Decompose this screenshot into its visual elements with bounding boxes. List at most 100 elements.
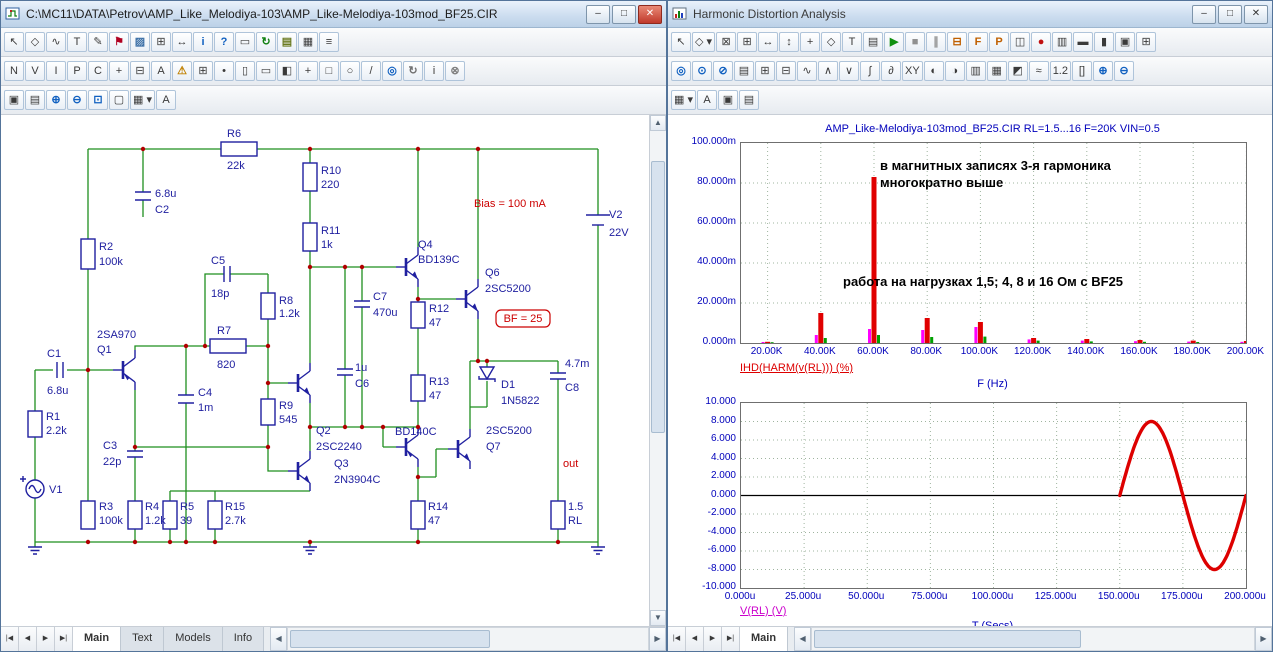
output-waveform-chart[interactable]	[740, 402, 1247, 589]
capacitor-C4[interactable]	[178, 395, 194, 403]
picture-file-button[interactable]: ▨	[130, 32, 150, 52]
capacitor-C5[interactable]	[224, 266, 230, 282]
info-circle-button[interactable]: i	[424, 61, 444, 81]
first-page-button[interactable]: |◀	[668, 627, 686, 651]
help-mode-button[interactable]: ?	[214, 32, 234, 52]
schematic-canvas[interactable]: R6 22k 6.8u C2 R2 100k R10 220 R11 1k C5…	[1, 115, 649, 626]
fft-window-button[interactable]: F	[968, 32, 988, 52]
component-mode-button[interactable]: ◇	[25, 32, 45, 52]
capacitor-C2[interactable]	[135, 192, 151, 200]
attribute-text-button[interactable]: A	[151, 61, 171, 81]
transistor-Q4[interactable]	[396, 247, 418, 287]
numeric-format-button[interactable]: 1.2	[1050, 61, 1071, 81]
toolbar-options-button[interactable]: ≡	[319, 32, 339, 52]
close-circle-button[interactable]: ⊗	[445, 61, 465, 81]
resistor-R2[interactable]	[81, 239, 95, 269]
resistor-R14[interactable]	[411, 501, 425, 529]
titlebar[interactable]: Harmonic Distortion Analysis – □ ✕	[668, 1, 1272, 28]
zoom-out-button[interactable]: ⊖	[67, 90, 87, 110]
pan-mode-button[interactable]: ↕	[779, 32, 799, 52]
bar-plot-button[interactable]: ▦	[987, 61, 1007, 81]
properties-button[interactable]: ▤	[863, 32, 883, 52]
derivative-button[interactable]: ∂	[881, 61, 901, 81]
chart-frame-button[interactable]: ◧	[277, 61, 297, 81]
grid-spacing-dropdown-button[interactable]: ▦ ▾	[671, 90, 696, 110]
lower-envelope-button[interactable]: ∨	[839, 61, 859, 81]
resistor-R12[interactable]	[411, 302, 425, 328]
scroll-left-button[interactable]: ◀	[794, 627, 811, 651]
text-mode-button[interactable]: T	[67, 32, 87, 52]
vertical-scroll-thumb[interactable]	[651, 161, 665, 433]
cursor-brackets-button[interactable]: []	[1072, 61, 1092, 81]
transistor-Q3[interactable]	[288, 451, 310, 491]
ground-symbol[interactable]	[28, 547, 42, 554]
paste-plot-button[interactable]: ▤	[739, 90, 759, 110]
ground-symbol[interactable]	[303, 547, 317, 554]
branch-currents-button[interactable]: I	[46, 61, 66, 81]
resistor-R15[interactable]	[208, 501, 222, 529]
minimize-button[interactable]: –	[586, 5, 610, 24]
device-power-button[interactable]: P	[67, 61, 87, 81]
search-button[interactable]: ◎	[382, 61, 402, 81]
last-page-button[interactable]: ▶|	[55, 627, 73, 651]
pan-mode-button[interactable]: ↔	[172, 32, 192, 52]
title-block-button[interactable]: ▭	[256, 61, 276, 81]
maximize-button[interactable]: □	[1218, 5, 1242, 24]
scroll-right-button[interactable]: ▶	[649, 627, 666, 651]
vertical-scrollbar[interactable]: ▲ ▼	[649, 115, 666, 626]
grid-text-button[interactable]: ⊟	[130, 61, 150, 81]
tab-models[interactable]: Models	[164, 627, 222, 651]
tab-info[interactable]: Info	[223, 627, 264, 651]
diode-D1[interactable]	[479, 367, 495, 382]
last-page-button[interactable]: ▶|	[722, 627, 740, 651]
capacitor-C1[interactable]	[57, 362, 63, 378]
copy-page-button[interactable]: ▣	[4, 90, 24, 110]
tab-main[interactable]: Main	[73, 627, 121, 651]
next-page-button[interactable]: ▶	[704, 627, 722, 651]
font-select-button[interactable]: A	[156, 90, 176, 110]
bill-of-materials-button[interactable]: ▦	[298, 32, 318, 52]
cursor-mode-button[interactable]: +	[800, 32, 820, 52]
font-select-button[interactable]: A	[697, 90, 717, 110]
battery-V2[interactable]	[586, 215, 610, 225]
tile-vertical-button[interactable]: ▮	[1094, 32, 1114, 52]
scroll-up-button[interactable]: ▲	[650, 115, 666, 131]
zoom-window-button[interactable]: ⊙	[692, 61, 712, 81]
zoom-in-button[interactable]: ⊕	[1093, 61, 1113, 81]
close-button[interactable]: ✕	[1244, 5, 1268, 24]
paste-page-button[interactable]: ▤	[25, 90, 45, 110]
resistor-R13[interactable]	[411, 375, 425, 401]
ground-symbol[interactable]	[591, 547, 605, 554]
capacitor-C3[interactable]	[127, 451, 143, 457]
integral-button[interactable]: ∫	[860, 61, 880, 81]
minimize-button[interactable]: –	[1192, 5, 1216, 24]
graphics-dropdown-button[interactable]: ◇ ▾	[692, 32, 715, 52]
resistor-R11[interactable]	[303, 223, 317, 251]
prev-page-button[interactable]: ◀	[686, 627, 704, 651]
maximize-button[interactable]: □	[612, 5, 636, 24]
select-mode-button[interactable]: ↖	[4, 32, 24, 52]
resistor-R8[interactable]	[261, 293, 275, 319]
scroll-down-button[interactable]: ▼	[650, 610, 666, 626]
page-frame-button[interactable]: ▯	[235, 61, 255, 81]
titlebar[interactable]: C:\MC11\DATA\Petrov\AMP_Like_Melodiya-10…	[1, 1, 666, 28]
horizontal-scroll-track[interactable]	[811, 627, 1255, 651]
pin-markers-button[interactable]: +	[109, 61, 129, 81]
transistor-Q6[interactable]	[456, 279, 478, 319]
tile-horizontal-button[interactable]: ▬	[1073, 32, 1093, 52]
log-y-axis-button[interactable]: ⊟	[776, 61, 796, 81]
warning-annotation-button[interactable]: ⚠	[172, 61, 192, 81]
performance-window-button[interactable]: P	[989, 32, 1009, 52]
prev-page-button[interactable]: ◀	[19, 627, 37, 651]
scroll-left-button[interactable]: ◀	[270, 627, 287, 651]
junction-dots-toggle-button[interactable]: •	[214, 61, 234, 81]
trace-expression-ihd[interactable]: IHD(HARM(v(RL))) (%)	[740, 362, 853, 374]
capacitor-C7[interactable]	[354, 301, 370, 307]
zoom-restore-button[interactable]: ⊘	[713, 61, 733, 81]
camera-capture-button[interactable]: ▢	[109, 90, 129, 110]
transistor-Q7[interactable]	[448, 429, 470, 469]
data-reduction-button[interactable]: ⊟	[947, 32, 967, 52]
capacitor-C6[interactable]	[337, 369, 353, 375]
resistor-R9[interactable]	[261, 399, 275, 425]
resistor-R3[interactable]	[81, 501, 95, 529]
